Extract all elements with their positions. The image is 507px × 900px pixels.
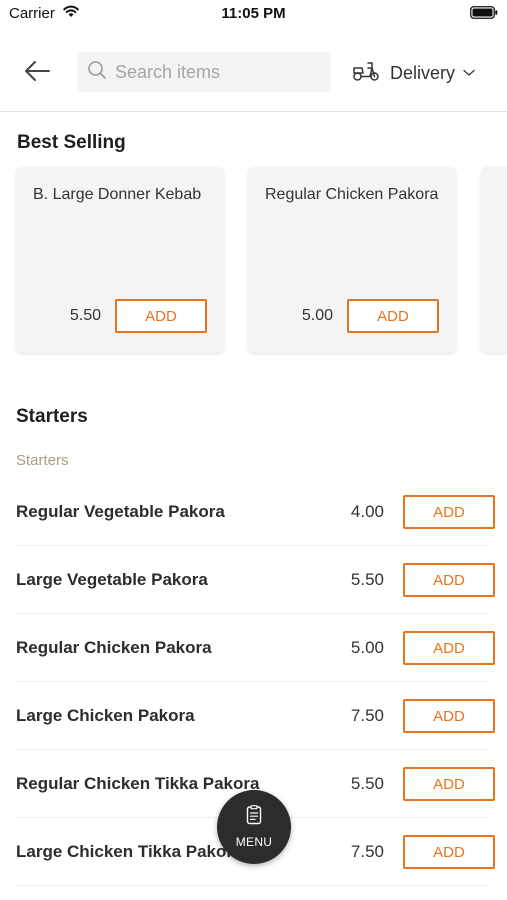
best-selling-card-partial[interactable] — [481, 167, 507, 353]
card-item-name: B. Large Donner Kebab — [33, 186, 202, 203]
menu-button[interactable]: MENU — [217, 790, 291, 864]
menu-list-icon — [246, 805, 262, 830]
item-name: Regular Chicken Pakora — [16, 638, 212, 657]
item-price: 4.00 — [350, 502, 384, 521]
list-item[interactable]: Large Chicken Pakora 7.50 ADD — [16, 682, 495, 750]
item-name: Large Vegetable Pakora — [16, 570, 208, 589]
item-price: 5.50 — [350, 774, 384, 793]
category-subtitle: Starters — [16, 452, 69, 469]
item-name: Regular Chicken Tikka Pakora — [16, 774, 260, 793]
add-button[interactable]: ADD — [347, 299, 439, 333]
add-button[interactable]: ADD — [403, 699, 495, 733]
card-item-price: 5.00 — [301, 307, 333, 324]
menu-button-label: MENU — [235, 835, 273, 849]
add-button[interactable]: ADD — [403, 631, 495, 665]
scooter-icon — [352, 60, 380, 87]
search-icon — [87, 60, 107, 85]
add-button[interactable]: ADD — [403, 495, 495, 529]
item-price: 5.50 — [350, 570, 384, 589]
list-item[interactable]: Large Vegetable Pakora 5.50 ADD — [16, 546, 495, 614]
back-button[interactable] — [20, 56, 54, 90]
item-price: 7.50 — [350, 706, 384, 725]
add-button[interactable]: ADD — [403, 563, 495, 597]
chevron-down-icon — [463, 64, 475, 82]
add-button[interactable]: ADD — [403, 767, 495, 801]
starters-title: Starters — [16, 406, 88, 427]
search-box[interactable] — [77, 52, 331, 92]
best-selling-card[interactable]: Regular Chicken Pakora 5.00 ADD — [248, 167, 456, 353]
top-bar: Delivery — [0, 40, 507, 112]
add-button[interactable]: ADD — [115, 299, 207, 333]
best-selling-card[interactable]: B. Large Donner Kebab 5.50 ADD — [16, 167, 224, 353]
back-arrow-icon — [23, 60, 51, 87]
search-input[interactable] — [115, 61, 315, 83]
delivery-label: Delivery — [390, 62, 456, 83]
card-item-name: Regular Chicken Pakora — [265, 186, 439, 203]
item-price: 5.00 — [350, 638, 384, 657]
battery-icon — [470, 6, 498, 24]
card-item-price: 5.50 — [69, 307, 101, 324]
item-name: Large Chicken Tikka Pakora — [16, 842, 243, 861]
best-selling-title: Best Selling — [17, 132, 126, 153]
status-bar: Carrier 11:05 PM — [0, 0, 507, 28]
delivery-selector[interactable]: Delivery — [352, 58, 475, 88]
item-name: Large Chicken Pakora — [16, 706, 195, 725]
item-name: Regular Vegetable Pakora — [16, 502, 225, 521]
list-item[interactable]: Regular Chicken Pakora 5.00 ADD — [16, 614, 495, 682]
add-button[interactable]: ADD — [403, 835, 495, 869]
item-price: 7.50 — [350, 842, 384, 861]
status-time: 11:05 PM — [221, 5, 286, 22]
list-item[interactable]: Regular Vegetable Pakora 4.00 ADD — [16, 478, 495, 546]
